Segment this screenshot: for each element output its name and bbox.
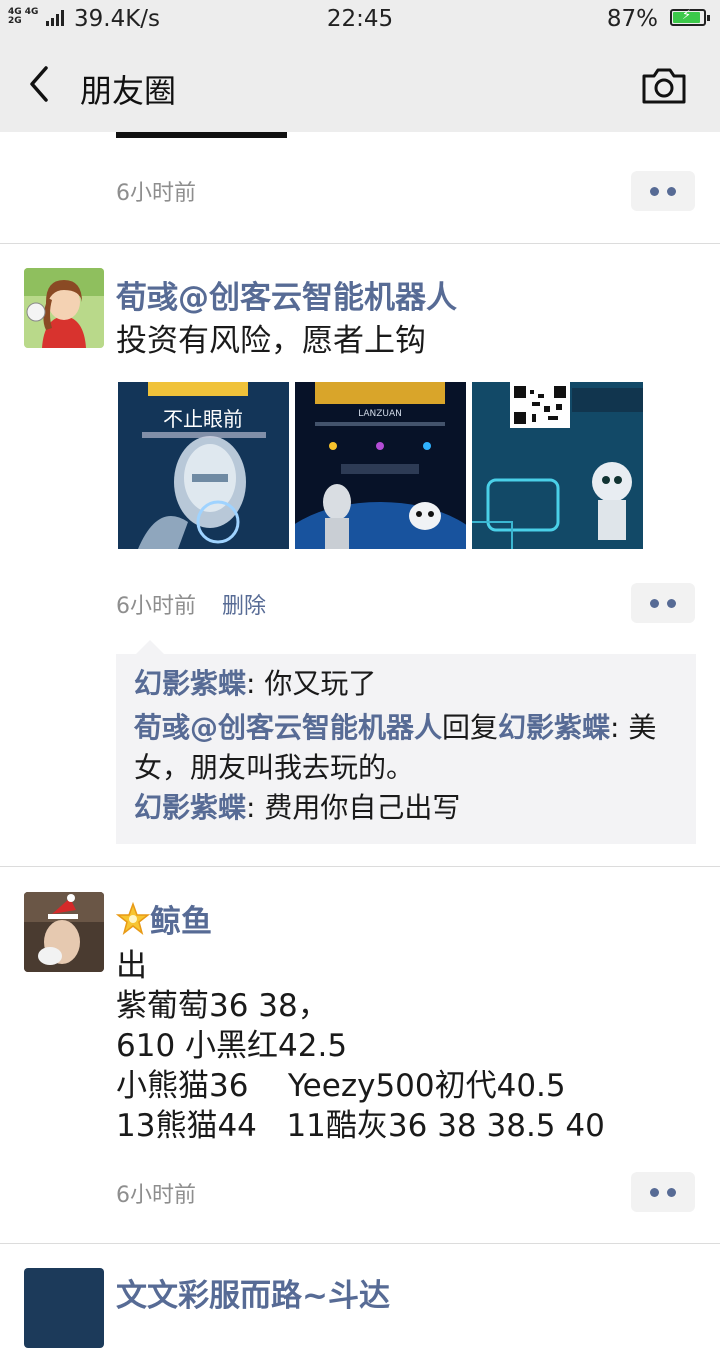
avatar[interactable] (24, 1268, 104, 1348)
post-author[interactable]: 鲸鱼 (115, 896, 212, 941)
comment-author[interactable]: 荀彧@创客云智能机器人 (134, 711, 442, 744)
battery-icon: ⚡ (670, 8, 710, 26)
post-text-line: 出 (116, 948, 147, 984)
post-time: 6小时前 (116, 594, 196, 619)
photo-bottom-edge (116, 132, 287, 138)
post-divider (0, 243, 720, 244)
post-time: 6小时前 (116, 181, 196, 206)
nav-bar: 朋友圈 (0, 38, 720, 132)
avatar[interactable] (24, 892, 104, 972)
post-author[interactable]: 荀彧@创客云智能机器人 (116, 272, 457, 317)
back-arrow-icon[interactable] (24, 64, 64, 104)
page-title: 朋友圈 (80, 72, 177, 110)
comment-author[interactable]: 幻影紫蝶 (134, 791, 246, 824)
comments-box: 幻影紫蝶: 你又玩了 荀彧@创客云智能机器人回复幻影紫蝶: 美女，朋友叫我去玩的… (116, 654, 696, 844)
comment[interactable]: 幻影紫蝶: 你又玩了 (134, 664, 690, 704)
post-photo[interactable]: 不止眼前 (118, 382, 289, 549)
camera-icon[interactable] (640, 66, 688, 106)
post-divider (0, 1243, 720, 1244)
comment-author[interactable]: 幻影紫蝶 (134, 667, 246, 700)
more-actions-button[interactable] (631, 171, 695, 211)
comment[interactable]: 幻影紫蝶: 费用你自己出写 (134, 788, 690, 828)
post-text-line: 紫葡萄36 38， (116, 988, 329, 1024)
post-author[interactable]: 文文彩服而路~斗达 (116, 1270, 390, 1315)
comment[interactable]: 荀彧@创客云智能机器人回复幻影紫蝶: 美女，朋友叫我去玩的。 (134, 708, 690, 788)
post-photo[interactable] (472, 382, 643, 549)
status-bar: 4G 4G 2G 39.4K/s 22:45 87% ⚡ (0, 0, 720, 38)
post-photo[interactable]: LANZUAN (295, 382, 466, 549)
reply-target[interactable]: 幻影紫蝶 (498, 711, 610, 744)
post-text-line: 610 小黑红42.5 (116, 1028, 348, 1064)
comment-text: 费用你自己出写 (264, 791, 461, 824)
post-text-line: 13熊猫44 11酷灰36 38 38.5 40 (116, 1108, 605, 1144)
more-actions-button[interactable] (631, 583, 695, 623)
avatar[interactable] (24, 268, 104, 348)
svg-text:LANZUAN: LANZUAN (358, 409, 402, 419)
post-time: 6小时前 (116, 1183, 196, 1208)
comment-text: 你又玩了 (264, 667, 377, 700)
post-divider (0, 866, 720, 867)
delete-link[interactable]: 删除 (222, 588, 266, 620)
post-text-line: 小熊猫36 Yeezy500初代40.5 (116, 1068, 566, 1104)
star-icon (115, 901, 151, 936)
comments-arrow (136, 640, 164, 654)
post-text: 投资有风险，愿者上钩 (116, 323, 426, 359)
more-actions-button[interactable] (631, 1172, 695, 1212)
battery-percent: 87% (606, 6, 658, 32)
svg-text:不止眼前: 不止眼前 (163, 407, 243, 431)
